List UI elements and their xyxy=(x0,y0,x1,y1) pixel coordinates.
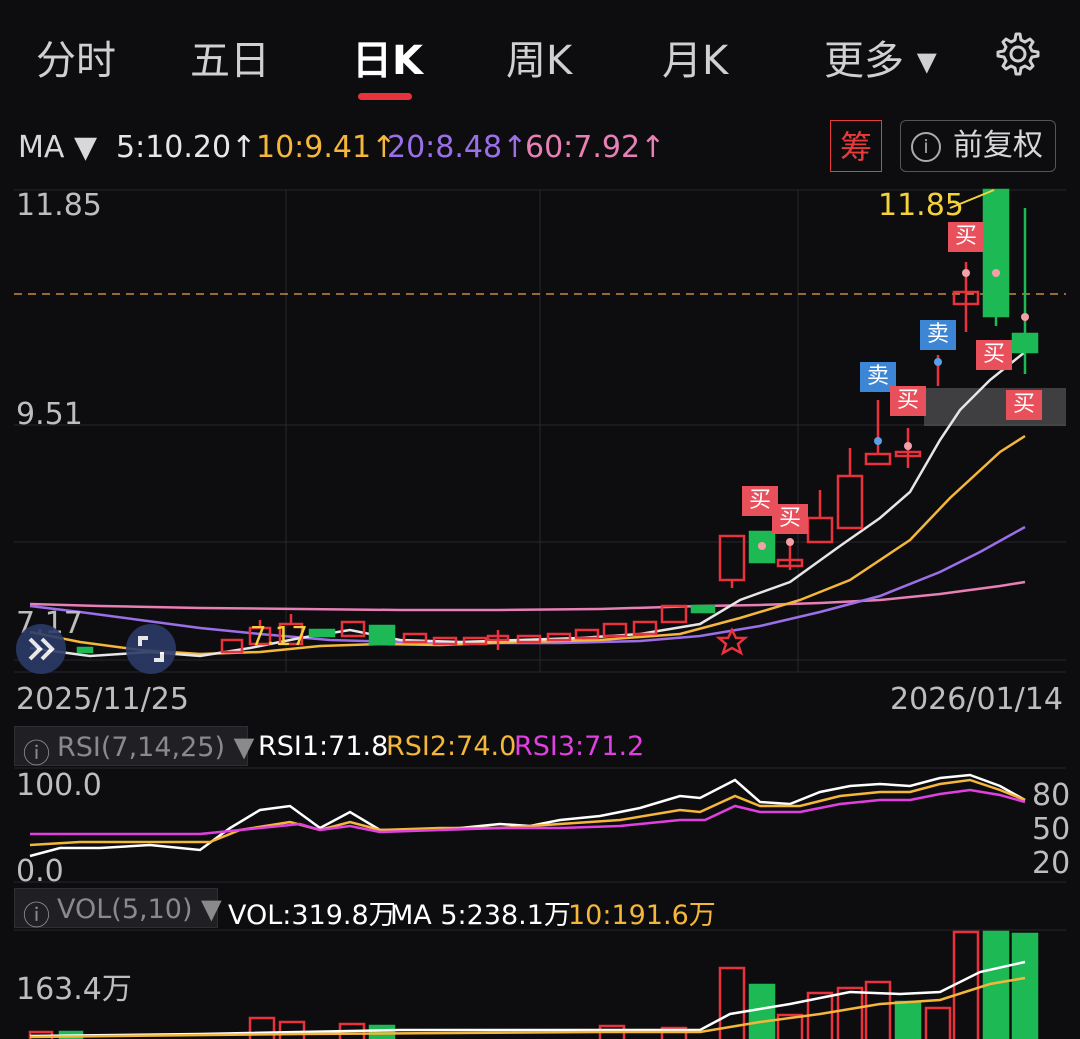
buy-tag[interactable]: 买 xyxy=(890,386,926,416)
vol-value: VOL:319.8万 xyxy=(228,900,396,931)
tab-weekly-k[interactable]: 周K xyxy=(506,28,572,86)
rsi-selector[interactable]: ⓘ RSI(7,14,25) ▼ xyxy=(14,726,254,770)
vol-ma5-value: MA 5:238.1万 xyxy=(390,900,571,931)
max-price-label: 11.85 xyxy=(878,188,964,223)
price-zone-band xyxy=(924,388,1066,426)
vol-selector[interactable]: ⓘ VOL(5,10) ▼ xyxy=(14,888,222,932)
ma5-line xyxy=(29,351,1026,658)
tab-monthly-k[interactable]: 月K xyxy=(662,28,728,86)
info-icon: ⓘ xyxy=(23,901,50,932)
buy-tag[interactable]: 买 xyxy=(976,340,1012,370)
chip-distribution-button[interactable]: 筹 xyxy=(830,120,882,172)
vol-axis-label: 163.4万 xyxy=(16,972,132,1007)
rsi-axis-bottom: 0.0 xyxy=(16,854,64,889)
forward-adjust-label: 前复权 xyxy=(953,128,1043,163)
fullscreen-icon xyxy=(138,636,164,662)
ma60-value: 60:7.92↑ xyxy=(525,130,666,165)
rsi2-line xyxy=(29,778,1026,847)
active-tab-indicator xyxy=(358,93,412,100)
date-axis-start: 2025/11/25 xyxy=(16,682,189,717)
vol-selector-label: VOL(5,10) ▼ xyxy=(57,894,222,925)
ma10-line xyxy=(29,434,1026,656)
rsi-level-50: 50 xyxy=(1032,812,1071,847)
vol-ma10-line xyxy=(29,976,1026,1039)
rsi2-value: RSI2:74.0 xyxy=(386,731,517,762)
buy-tag[interactable]: 买 xyxy=(772,504,808,534)
min-price-label: 7.17 xyxy=(250,622,308,652)
info-icon: ⓘ xyxy=(23,739,50,770)
ma-selector[interactable]: MA ▼ xyxy=(18,130,97,165)
fullscreen-button[interactable] xyxy=(126,624,176,674)
gear-icon[interactable] xyxy=(994,30,1042,78)
rsi1-line xyxy=(29,773,1026,858)
buy-tag[interactable]: 买 xyxy=(948,222,984,252)
ma60-line xyxy=(29,580,1026,612)
rsi-selector-label: RSI(7,14,25) ▼ xyxy=(57,732,255,763)
price-axis-high: 11.85 xyxy=(16,188,102,223)
vol-ma5-line xyxy=(29,960,1026,1038)
rsi-axis-top: 100.0 xyxy=(16,768,102,803)
period-tab-bar: 分时 五日 日K 周K 月K 更多 ▾ xyxy=(0,0,1080,112)
rsi1-value: RSI1:71.8 xyxy=(258,731,389,762)
expand-arrows-button[interactable] xyxy=(16,624,66,674)
info-icon: i xyxy=(911,132,941,162)
candlesticks xyxy=(76,188,1039,654)
ma20-line xyxy=(29,525,1026,645)
tab-five-day[interactable]: 五日 xyxy=(190,28,270,86)
volume-bars xyxy=(28,930,1039,1039)
rsi-level-80: 80 xyxy=(1032,778,1071,813)
forward-adjust-button[interactable]: i 前复权 xyxy=(900,120,1056,172)
double-chevron-right-icon xyxy=(28,637,55,661)
vol-ma10-value: 10:191.6万 xyxy=(568,900,716,931)
price-axis-mid: 9.51 xyxy=(16,397,83,432)
rsi-level-20: 20 xyxy=(1032,846,1071,881)
ma5-value: 5:10.20↑ xyxy=(116,130,257,165)
star-marker xyxy=(715,627,749,656)
date-axis-end: 2026/01/14 xyxy=(890,682,1063,717)
rsi3-value: RSI3:71.2 xyxy=(514,731,645,762)
ma20-value: 20:8.48↑ xyxy=(387,130,528,165)
rsi3-line xyxy=(30,788,1026,836)
buy-tag[interactable]: 买 xyxy=(1006,390,1042,420)
tab-intraday[interactable]: 分时 xyxy=(36,28,116,86)
sell-tag[interactable]: 卖 xyxy=(920,320,956,350)
tab-daily-k[interactable]: 日K xyxy=(352,28,423,86)
ma10-value: 10:9.41↑ xyxy=(256,130,397,165)
tab-more[interactable]: 更多 ▾ xyxy=(824,28,937,86)
